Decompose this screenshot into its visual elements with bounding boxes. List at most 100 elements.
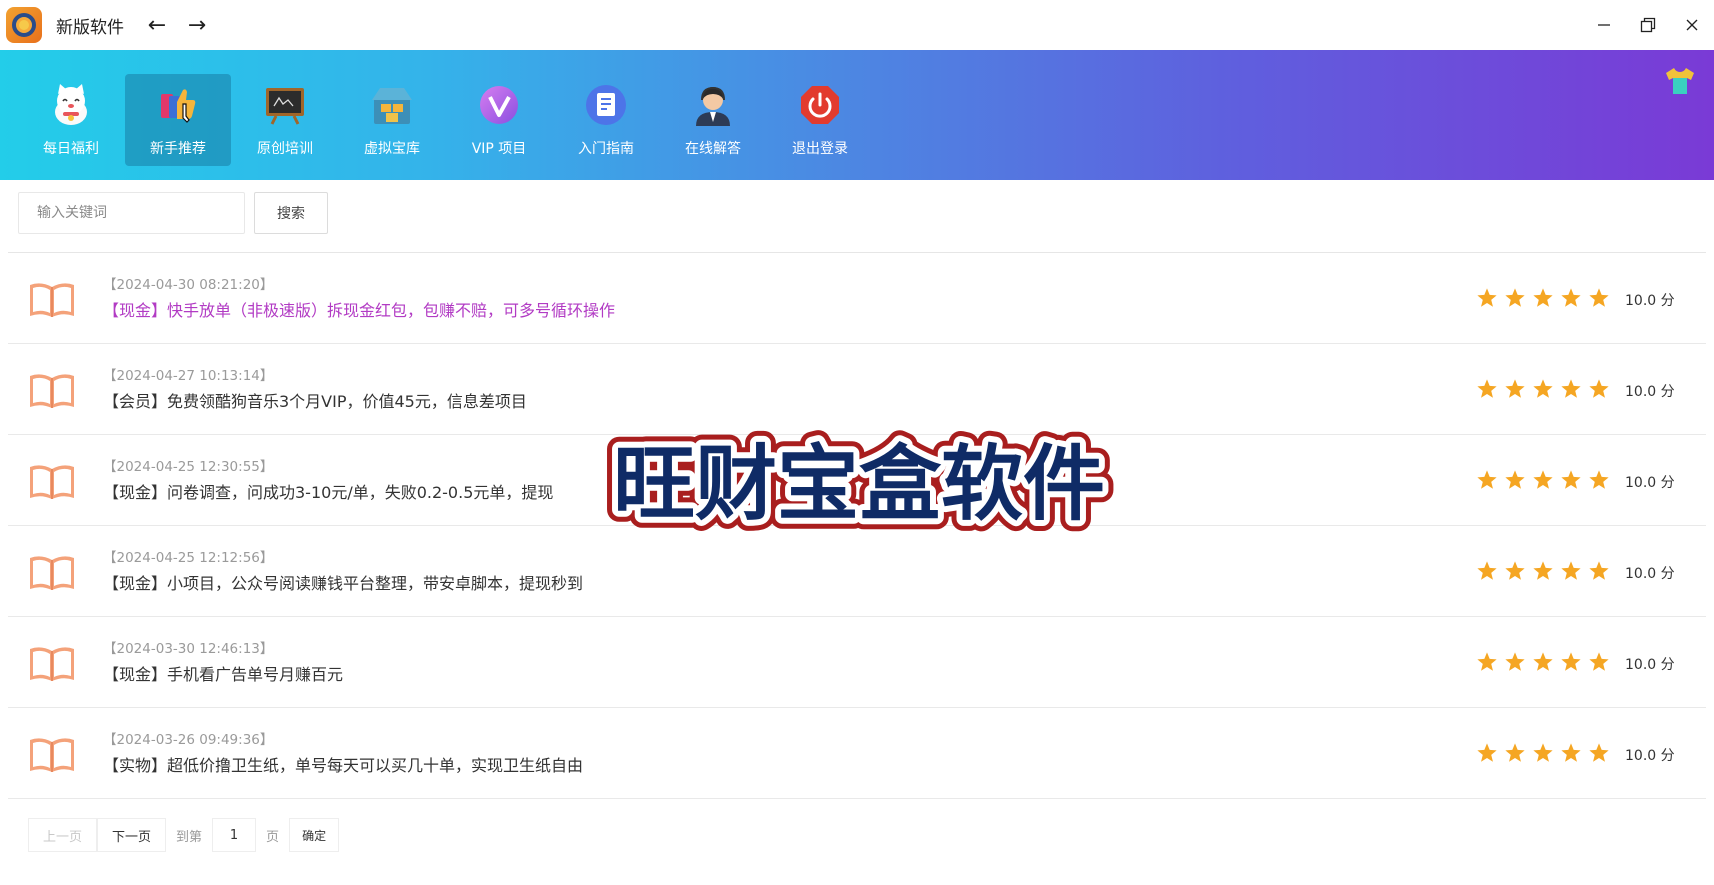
arrow-right-icon[interactable]: → <box>186 13 208 38</box>
star-icon <box>1505 470 1525 489</box>
star-icon <box>1561 743 1581 762</box>
star-icon <box>1533 652 1553 671</box>
power-icon <box>797 82 843 128</box>
tool-original-training[interactable]: 原创培训 <box>232 74 338 166</box>
star-icon <box>1505 288 1525 307</box>
tool-label: 每日福利 <box>43 141 99 157</box>
star-icon <box>1533 561 1553 580</box>
blackboard-icon <box>262 82 308 128</box>
list-item[interactable]: 【2024-04-25 12:12:56】 【现金】小项目，公众号阅读赚钱平台整… <box>8 526 1706 617</box>
svg-text:旺财宝盒软件: 旺财宝盒软件 <box>613 437 1105 532</box>
prev-page-button[interactable]: 上一页 <box>28 818 98 852</box>
main-toolbar: 每日福利 新手推荐 原创培训 虚拟宝库 VIP 项目 入门指南 在线解答 退出登… <box>18 74 874 166</box>
star-icon <box>1533 288 1553 307</box>
article-score: 10.0 分 <box>1625 657 1675 673</box>
tool-vip-project[interactable]: VIP 项目 <box>446 74 552 166</box>
star-icon <box>1505 652 1525 671</box>
article-title[interactable]: 【现金】小项目，公众号阅读赚钱平台整理，带安卓脚本，提现秒到 <box>103 570 583 594</box>
star-icon <box>1589 561 1609 580</box>
list-item[interactable]: 【2024-03-26 09:49:36】 【实物】超低价撸卫生纸，单号每天可以… <box>8 708 1706 799</box>
star-icon <box>1561 470 1581 489</box>
arrow-left-icon[interactable]: ← <box>146 13 168 38</box>
tool-logout[interactable]: 退出登录 <box>767 74 873 166</box>
star-rating <box>1476 469 1616 491</box>
star-icon <box>1533 470 1553 489</box>
tool-online-answers[interactable]: 在线解答 <box>660 74 766 166</box>
book-icon <box>30 556 74 590</box>
tool-virtual-treasury[interactable]: 虚拟宝库 <box>339 74 445 166</box>
article-title[interactable]: 【现金】手机看广告单号月赚百元 <box>103 661 343 685</box>
list-item[interactable]: 【2024-04-27 10:13:14】 【会员】免费领酷狗音乐3个月VIP，… <box>8 344 1706 435</box>
star-rating <box>1476 287 1616 309</box>
tool-label: 在线解答 <box>685 141 741 157</box>
search-input[interactable] <box>18 192 245 234</box>
star-icon <box>1589 652 1609 671</box>
thumbs-up-icon <box>155 82 201 128</box>
star-icon <box>1477 561 1497 580</box>
tool-label: VIP 项目 <box>471 141 527 157</box>
star-icon <box>1477 743 1497 762</box>
page-number-input[interactable] <box>212 818 257 852</box>
tool-label: 虚拟宝库 <box>364 141 420 157</box>
article-date: 【2024-03-30 12:46:13】 <box>103 641 274 657</box>
minimize-icon[interactable] <box>1582 0 1626 50</box>
star-icon <box>1561 288 1581 307</box>
top-banner: 每日福利 新手推荐 原创培训 虚拟宝库 VIP 项目 入门指南 在线解答 退出登… <box>0 50 1714 180</box>
article-title[interactable]: 【实物】超低价撸卫生纸，单号每天可以买几十单，实现卫生纸自由 <box>103 752 583 776</box>
star-icon <box>1589 743 1609 762</box>
tool-getting-started[interactable]: 入门指南 <box>553 74 659 166</box>
tool-label: 新手推荐 <box>150 141 206 157</box>
article-date: 【2024-04-25 12:30:55】 <box>103 459 274 475</box>
tool-beginner-recommend[interactable]: 新手推荐 <box>125 74 231 166</box>
search-button[interactable]: 搜索 <box>254 192 328 234</box>
star-rating <box>1476 651 1616 673</box>
star-icon <box>1589 470 1609 489</box>
article-title[interactable]: 【现金】快手放单（非极速版）拆现金红包，包赚不赔，可多号循环操作 <box>103 297 615 321</box>
lucky-cat-icon <box>48 82 94 128</box>
pagination: 上一页 下一页 到第 页 确定 <box>28 818 340 852</box>
support-agent-icon <box>690 82 736 128</box>
confirm-page-button[interactable]: 确定 <box>289 818 340 852</box>
guide-document-icon <box>583 82 629 128</box>
restore-icon[interactable] <box>1626 0 1670 50</box>
book-icon <box>30 374 74 408</box>
tool-label: 退出登录 <box>792 141 848 157</box>
page-suffix-label: 页 <box>266 829 280 845</box>
title-bar: 新版软件 ← → <box>0 0 1714 50</box>
tool-label: 入门指南 <box>578 141 634 157</box>
list-item[interactable]: 【2024-03-30 12:46:13】 【现金】手机看广告单号月赚百元 10… <box>8 617 1706 708</box>
star-icon <box>1533 743 1553 762</box>
vip-icon <box>476 82 522 128</box>
window-title: 新版软件 <box>56 17 124 38</box>
next-page-button[interactable]: 下一页 <box>97 818 167 852</box>
tool-label: 原创培训 <box>257 141 313 157</box>
star-icon <box>1505 379 1525 398</box>
book-icon <box>30 738 74 772</box>
article-title[interactable]: 【会员】免费领酷狗音乐3个月VIP，价值45元，信息差项目 <box>103 388 527 412</box>
star-icon <box>1477 652 1497 671</box>
star-icon <box>1589 379 1609 398</box>
article-score: 10.0 分 <box>1625 566 1675 582</box>
star-icon <box>1589 288 1609 307</box>
article-score: 10.0 分 <box>1625 384 1675 400</box>
article-score: 10.0 分 <box>1625 475 1675 491</box>
article-score: 10.0 分 <box>1625 293 1675 309</box>
article-date: 【2024-04-30 08:21:20】 <box>103 277 274 293</box>
star-rating <box>1476 742 1616 764</box>
star-icon <box>1477 470 1497 489</box>
article-date: 【2024-03-26 09:49:36】 <box>103 732 274 748</box>
star-icon <box>1505 561 1525 580</box>
article-date: 【2024-04-27 10:13:14】 <box>103 368 274 384</box>
treasure-shop-icon <box>369 82 415 128</box>
close-icon[interactable] <box>1670 0 1714 50</box>
article-title[interactable]: 【现金】问卷调查，问成功3-10元/单，失败0.2-0.5元单，提现 <box>103 479 553 503</box>
tshirt-icon[interactable] <box>1664 66 1696 96</box>
app-logo-icon <box>6 7 42 43</box>
tool-daily-welfare[interactable]: 每日福利 <box>18 74 124 166</box>
star-rating <box>1476 560 1616 582</box>
list-item[interactable]: 【2024-04-30 08:21:20】 【现金】快手放单（非极速版）拆现金红… <box>8 253 1706 344</box>
window-controls <box>1582 0 1714 50</box>
star-icon <box>1477 379 1497 398</box>
star-icon <box>1505 743 1525 762</box>
article-score: 10.0 分 <box>1625 748 1675 764</box>
